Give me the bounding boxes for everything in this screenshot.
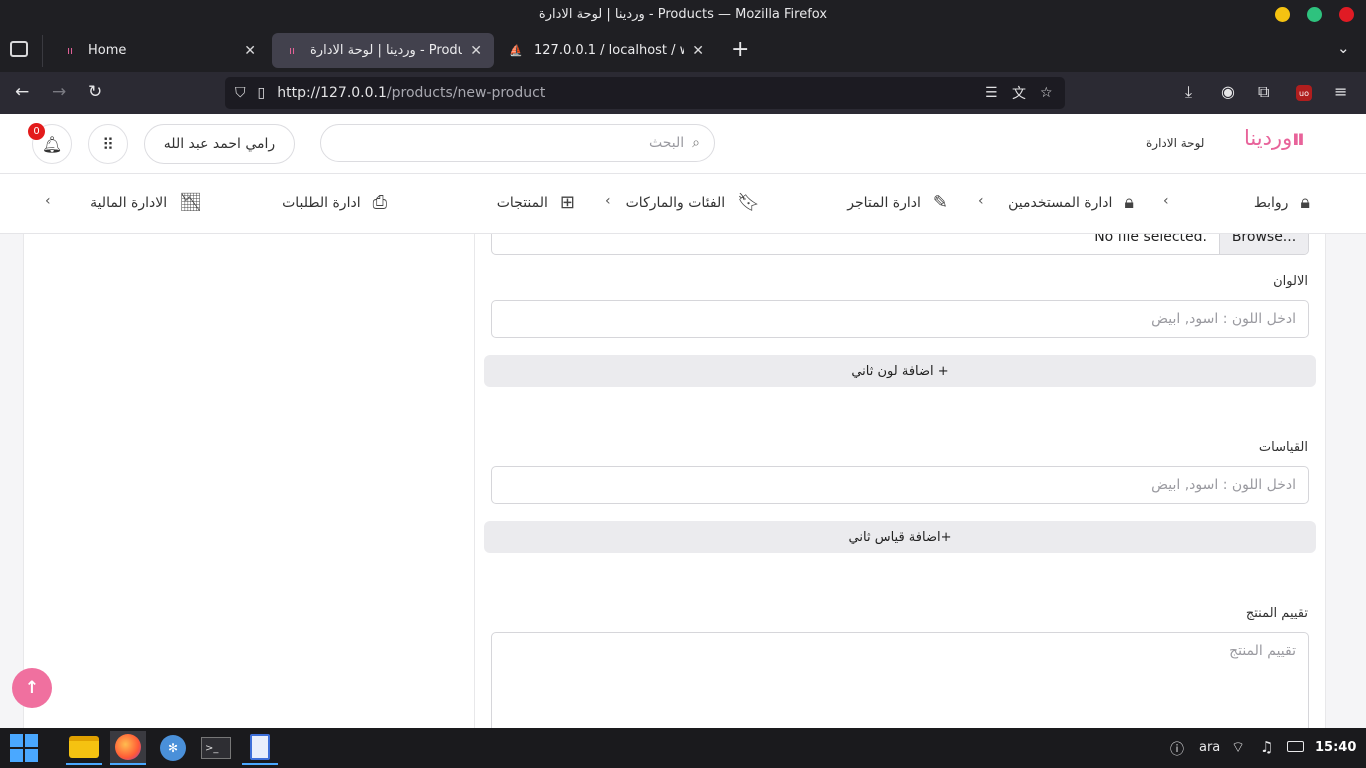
menu-links[interactable]: 🔒︎ روابط [1254,192,1310,213]
chart-icon: 📉︎ [179,192,202,213]
wardina-favicon: ıı [66,44,74,57]
translate-icon[interactable]: 文 [1012,83,1026,103]
search-placeholder: البحث [648,135,685,151]
colors-input[interactable]: ادخل اللون : اسود, ابيض [491,300,1309,338]
rating-textarea[interactable]: تقييم المنتج [491,632,1309,728]
tab-products[interactable]: ıı وردينا | لوحة الادارة - Products ✕ [272,33,494,68]
menu-products[interactable]: ⊞ المنتجات [497,192,575,213]
app-menu-icon[interactable]: ≡ [1334,82,1347,101]
navigation-toolbar: ← → ↻ ⛉ ▯ http://127.0.0.1/products/new-… [0,72,1366,114]
tab-home[interactable]: ıı Home ✕ [50,33,268,68]
menu-finance[interactable]: 📉︎ الادارة المالية [90,192,202,213]
info-icon[interactable]: ⓘ [1170,739,1184,759]
list-tabs-icon[interactable]: ⌄ [1337,39,1350,57]
chevron-left-icon[interactable]: ‹ [978,193,984,209]
chevron-left-icon[interactable]: ‹ [605,193,611,209]
account-icon[interactable]: ◉ [1221,82,1235,101]
grid-icon: ⊞ [559,192,575,213]
bell-icon: 🔔︎ [41,134,63,154]
menu-users[interactable]: 🔒︎ ادارة المستخدمين [1008,192,1134,213]
reload-icon[interactable]: ↻ [88,82,102,102]
ublock-icon[interactable]: uo [1296,85,1312,101]
add-size-button[interactable]: +اضافة قياس ثاني [484,521,1316,553]
close-tab-icon[interactable]: ✕ [244,43,256,59]
forward-icon[interactable]: → [52,82,66,102]
grid-icon: ⠿ [102,134,114,154]
tab-overview-icon[interactable] [10,41,28,57]
search-input[interactable]: البحث ⌕ [320,124,715,162]
bookmark-star-icon[interactable]: ☆ [1040,85,1053,101]
rating-label: تقييم المنتج [1245,606,1308,621]
keyboard-language[interactable]: ara [1199,740,1220,755]
image-file-input[interactable]: No file selected. Browse... [491,234,1309,255]
kde-connect-icon[interactable]: ✻ [155,731,191,765]
firefox-icon[interactable] [110,731,146,765]
text-editor-icon[interactable] [242,731,278,765]
bookmark-icon: 🔖︎ [737,192,760,213]
extensions-icon[interactable]: ⧉ [1258,82,1269,102]
lock-icon: 🔒︎ [1300,192,1310,213]
back-icon[interactable]: ← [15,82,29,102]
tab-strip: ıı Home ✕ ıı وردينا | لوحة الادارة - Pro… [0,29,1366,72]
scroll-to-top-button[interactable]: ↑ [12,668,52,708]
taskbar: ✻ >_ ⓘ ara ⌔ ♫ 15:40 [0,728,1366,768]
tab-phpmyadmin[interactable]: ⛵ 127.0.0.1 / localhost / warde ✕ [496,33,716,68]
phpmyadmin-favicon: ⛵ [509,44,523,57]
start-menu-icon[interactable] [6,731,42,765]
close-window-button[interactable] [1339,7,1354,22]
clock[interactable]: 15:40 [1315,740,1356,755]
downloads-icon[interactable]: ⤓ [1185,82,1192,102]
lock-icon: 🔒︎ [1124,192,1134,213]
battery-icon[interactable] [1287,741,1304,752]
product-form: No file selected. Browse... الالوان ادخل… [475,234,1326,728]
url-text[interactable]: http://127.0.0.1/products/new-product [277,85,545,101]
site-logo[interactable]: ıı وردينا [1244,126,1305,150]
admin-label: لوحة الادارة [1146,136,1205,150]
music-icon[interactable]: ♫ [1260,738,1273,756]
wifi-icon[interactable]: ⌔ [1231,738,1245,757]
close-tab-icon[interactable]: ✕ [470,43,482,59]
tab-divider [42,35,43,67]
address-bar[interactable]: ⛉ ▯ http://127.0.0.1/products/new-produc… [225,77,1065,109]
close-tab-icon[interactable]: ✕ [692,43,704,59]
browse-button[interactable]: Browse... [1219,234,1308,254]
user-menu-button[interactable]: رامي احمد عبد الله [144,124,295,164]
shield-icon[interactable]: ⛉ [235,85,246,101]
menu-stores[interactable]: ✎ ادارة المتاجر [847,192,948,213]
maximize-button[interactable] [1307,7,1322,22]
logo-mark-icon: ıı [1292,126,1304,150]
terminal-icon[interactable]: >_ [198,731,234,765]
apps-grid-button[interactable]: ⠿ [88,124,128,164]
chevron-left-icon[interactable]: ‹ [45,193,51,209]
site-header: 🔔︎ 0 ⠿ رامي احمد عبد الله البحث ⌕ لوحة ا… [0,114,1366,174]
menu-orders[interactable]: ⎙ ادارة الطلبات [282,192,387,213]
colors-label: الالوان [1273,274,1308,289]
window-titlebar: وردينا | لوحة الادارة - Products — Mozil… [0,0,1366,29]
notification-badge: 0 [28,123,45,140]
side-panel [23,234,475,728]
file-status: No file selected. [1094,234,1207,245]
page-content: No file selected. Browse... الالوان ادخل… [0,234,1366,728]
arrow-up-icon: ↑ [24,678,40,698]
edit-icon: ✎ [932,192,948,213]
main-menu: 🔒︎ روابط ‹ 🔒︎ ادارة المستخدمين ‹ ✎ ادارة ال… [0,174,1366,234]
reader-view-icon[interactable]: ☰ [985,85,998,101]
window-title: وردينا | لوحة الادارة - Products — Mozil… [538,7,828,22]
search-icon: ⌕ [692,135,700,151]
minimize-button[interactable] [1275,7,1290,22]
chevron-left-icon[interactable]: ‹ [1163,193,1169,209]
page-icon: ▯ [257,85,266,101]
user-name: رامي احمد عبد الله [163,136,276,152]
printer-icon: ⎙ [372,192,387,213]
sizes-label: القياسات [1258,440,1308,455]
file-manager-icon[interactable] [66,731,102,765]
sizes-input[interactable]: ادخل اللون : اسود, ابيض [491,466,1309,504]
wardina-favicon: ıı [288,44,296,57]
menu-categories[interactable]: 🔖︎ الفئات والماركات [626,192,760,213]
add-color-button[interactable]: + اضافة لون ثاني [484,355,1316,387]
new-tab-icon[interactable]: + [731,37,749,62]
